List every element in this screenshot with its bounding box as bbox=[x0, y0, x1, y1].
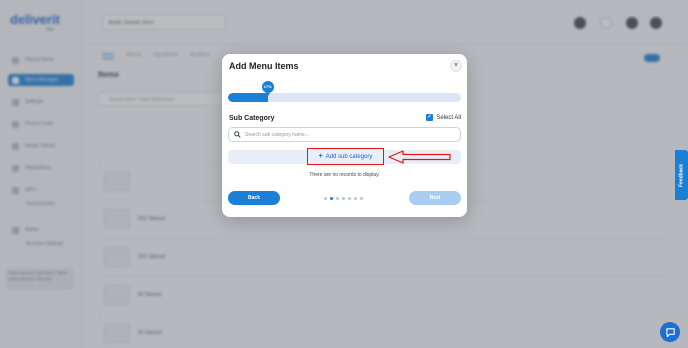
next-button[interactable]: Next bbox=[409, 191, 461, 205]
step-dot bbox=[354, 197, 357, 200]
plus-icon: + bbox=[318, 153, 323, 160]
sub-category-search[interactable] bbox=[228, 127, 461, 142]
step-dot bbox=[342, 197, 345, 200]
step-dot bbox=[330, 197, 333, 200]
add-menu-items-modal: Add Menu Items × 17% Sub Category ✓ Sele… bbox=[222, 54, 467, 217]
back-button[interactable]: Back bbox=[228, 191, 280, 205]
progress-bar bbox=[228, 93, 461, 102]
sub-category-search-input[interactable] bbox=[245, 131, 445, 138]
step-dot bbox=[360, 197, 363, 200]
chat-icon bbox=[665, 327, 675, 337]
modal-title: Add Menu Items bbox=[229, 61, 299, 71]
empty-state-message: There are no records to display. bbox=[309, 172, 380, 178]
step-dot bbox=[324, 197, 327, 200]
select-all-checkbox[interactable]: ✓ Select All bbox=[426, 114, 461, 121]
chat-button[interactable] bbox=[660, 322, 680, 342]
step-indicator bbox=[324, 197, 363, 200]
checkbox-checked-icon: ✓ bbox=[426, 114, 434, 121]
close-button[interactable]: × bbox=[450, 60, 462, 72]
annotation-arrow-icon bbox=[388, 150, 451, 164]
add-sub-category-button[interactable]: + Add sub category bbox=[307, 148, 384, 165]
step-dot bbox=[336, 197, 339, 200]
search-icon bbox=[234, 131, 241, 138]
progress-fill bbox=[228, 93, 268, 102]
select-all-label: Select All bbox=[436, 114, 461, 121]
feedback-tab[interactable]: Feedback bbox=[675, 150, 688, 200]
section-title: Sub Category bbox=[229, 115, 275, 122]
progress-percent-badge: 17% bbox=[261, 81, 274, 96]
step-dot bbox=[348, 197, 351, 200]
